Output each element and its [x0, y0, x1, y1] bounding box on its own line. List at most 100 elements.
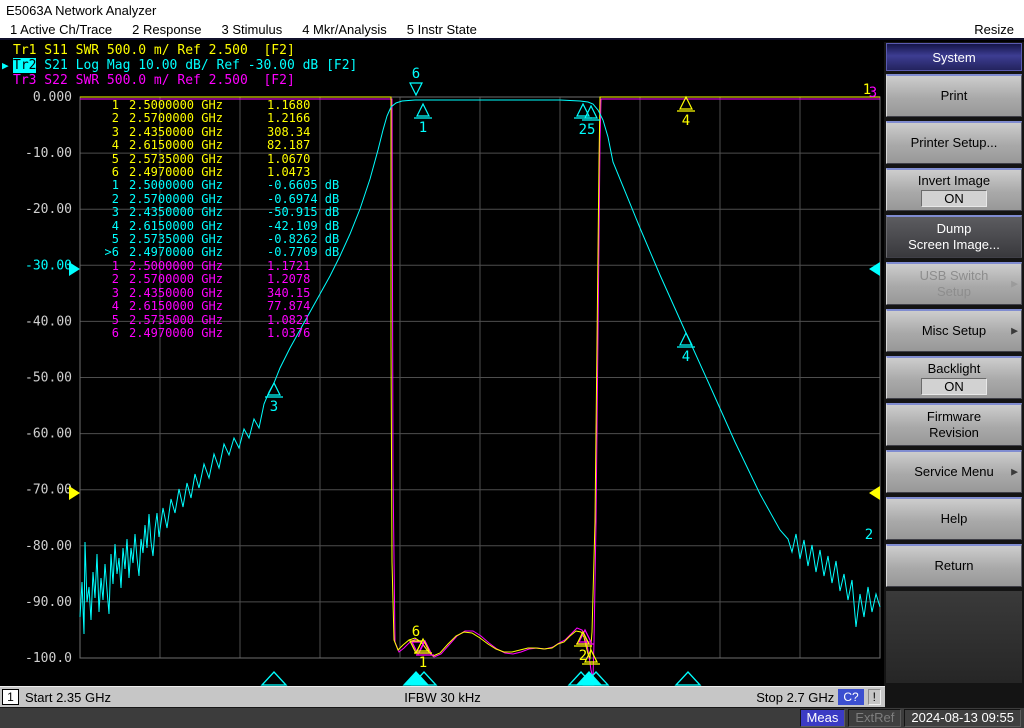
- ifbw-label[interactable]: IFBW 30 kHz: [404, 690, 481, 705]
- marker-value: 1.1721: [267, 260, 310, 273]
- softkey-menu-title: System: [886, 43, 1022, 71]
- marker-row: >62.4970000 GHz-0.7709 dB: [93, 246, 339, 259]
- marker-value: 1.0473: [267, 166, 310, 179]
- trace-id: Tr2: [13, 58, 36, 73]
- softkey-label: Printer Setup...: [911, 135, 998, 151]
- svg-text:3: 3: [270, 399, 278, 415]
- y-tick-label: -50.00: [25, 371, 72, 386]
- submenu-arrow-icon: ▶: [1011, 326, 1018, 337]
- y-tick-label: -10.00: [25, 146, 72, 161]
- softkey-misc-setup[interactable]: Misc Setup ▶: [886, 309, 1022, 352]
- trace-header-tr1[interactable]: Tr1 S11 SWR 500.0 m/ Ref 2.500 [F2]: [2, 43, 357, 58]
- datetime-display: 2024-08-13 09:55: [904, 709, 1021, 727]
- channel-indicator: 1: [2, 689, 19, 705]
- marker-number: 1: [93, 260, 119, 273]
- softkey-firmware-revision[interactable]: FirmwareRevision: [886, 403, 1022, 446]
- trace-label-text: 25: [579, 122, 596, 138]
- svg-text:6: 6: [412, 624, 420, 640]
- marker-table-3: 12.5000000 GHz1.172122.5700000 GHz1.2078…: [93, 260, 339, 340]
- resize-button[interactable]: Resize: [964, 22, 1024, 37]
- marker-frequency: 2.6150000 GHz: [129, 139, 255, 152]
- softkey-dump-screen-image[interactable]: DumpScreen Image...: [886, 215, 1022, 258]
- softkey-return[interactable]: Return: [886, 544, 1022, 587]
- y-tick-label: -70.00: [25, 483, 72, 498]
- marker-frequency: 2.4970000 GHz: [129, 327, 255, 340]
- softkey-print[interactable]: Print: [886, 74, 1022, 117]
- svg-text:1: 1: [419, 655, 427, 671]
- marker-value: 340.15: [267, 287, 310, 300]
- marker-row: 32.4350000 GHz308.34: [93, 126, 339, 139]
- marker-value: 1.2078: [267, 273, 310, 286]
- meas-status-badge: Meas: [800, 709, 846, 727]
- trace-header-tr2[interactable]: ▶Tr2 S21 Log Mag 10.00 dB/ Ref -30.00 dB…: [2, 58, 357, 73]
- marker-row: 42.6150000 GHz77.874: [93, 300, 339, 313]
- trace-header-tr3[interactable]: Tr3 S22 SWR 500.0 m/ Ref 2.500 [F2]: [2, 73, 357, 88]
- marker-tables: 12.5000000 GHz1.168022.5700000 GHz1.2166…: [93, 99, 339, 340]
- menu-item-4[interactable]: 4 Mkr/Analysis: [292, 22, 397, 37]
- marker-number: 3: [93, 126, 119, 139]
- stop-frequency-label[interactable]: Stop 2.7 GHz: [756, 690, 834, 705]
- menu-item-1[interactable]: 1 Active Ch/Trace: [0, 22, 122, 37]
- softkey-usb-switch-setup: USB SwitchSetup▶: [886, 262, 1022, 305]
- softkey-label: Backlight: [928, 361, 981, 377]
- marker-value: 1.0821: [267, 314, 310, 327]
- marker-value: 77.874: [267, 300, 310, 313]
- softkey-help[interactable]: Help: [886, 497, 1022, 540]
- y-tick-label: -20.00: [25, 202, 72, 217]
- softkey-backlight[interactable]: BacklightON: [886, 356, 1022, 399]
- y-tick-label: -60.00: [25, 427, 72, 442]
- marker-value: -42.109 dB: [267, 220, 339, 233]
- marker-value: 1.2166: [267, 112, 310, 125]
- marker-value: 1.0670: [267, 153, 310, 166]
- softkey-printer-setup[interactable]: Printer Setup...: [886, 121, 1022, 164]
- menu-item-5[interactable]: 5 Instr State: [397, 22, 487, 37]
- softkey-label: Help: [941, 511, 968, 527]
- y-tick-label: -40.00: [25, 314, 72, 329]
- trace-settings: S21 Log Mag 10.00 dB/ Ref -30.00 dB [F2]: [36, 58, 357, 73]
- menu-item-3[interactable]: 3 Stimulus: [212, 22, 293, 37]
- marker-number: 3: [93, 206, 119, 219]
- marker-number: 3: [93, 287, 119, 300]
- marker-number: 2: [93, 112, 119, 125]
- marker-row: 52.5735000 GHz-0.8262 dB: [93, 233, 339, 246]
- marker-number: 2: [93, 193, 119, 206]
- softkey-label: Misc Setup: [922, 323, 986, 339]
- marker-value: -0.6974 dB: [267, 193, 339, 206]
- marker-number: 5: [93, 314, 119, 327]
- trace-label-text: 3: [869, 85, 877, 101]
- trace-settings: S22 SWR 500.0 m/ Ref 2.500 [F2]: [36, 73, 294, 88]
- marker-row: 3 2.4350000 GHz 340.15: [93, 287, 339, 300]
- marker-row: 6 2.4970000 GHz 1.0376: [93, 327, 339, 340]
- marker-frequency: 2.4350000 GHz: [129, 126, 255, 139]
- softkey-label: Firmware: [927, 409, 981, 425]
- marker-row: 32.4350000 GHz-50.915 dB: [93, 206, 339, 219]
- softkey-invert-image[interactable]: Invert ImageON: [886, 168, 1022, 211]
- instrument-status-bar: Meas ExtRef 2024-08-13 09:55: [0, 707, 1024, 728]
- y-tick-label: 0.000: [33, 90, 72, 105]
- marker-number: >6: [93, 246, 119, 259]
- marker-frequency: 2.4350000 GHz: [129, 206, 255, 219]
- marker-frequency: 2.5000000 GHz: [129, 179, 255, 192]
- marker-number: 1: [93, 179, 119, 192]
- marker-row: 12.5000000 GHz1.1721: [93, 260, 339, 273]
- menu-item-2[interactable]: 2 Response: [122, 22, 211, 37]
- marker-4-icon: 4: [677, 97, 695, 129]
- marker-row: 42.6150000 GHz-42.109 dB: [93, 220, 339, 233]
- status-bar: 1 Start 2.35 GHz IFBW 30 kHz Stop 2.7 GH…: [0, 686, 885, 707]
- marker-frequency: 2.4350000 GHz: [129, 287, 255, 300]
- start-frequency-label[interactable]: Start 2.35 GHz: [25, 690, 111, 705]
- marker-number: 6: [93, 166, 119, 179]
- marker-number: 6: [93, 327, 119, 340]
- marker-frequency: 2.5735000 GHz: [129, 314, 255, 327]
- marker-frequency: 2.5700000 GHz: [129, 193, 255, 206]
- marker-number: 4: [93, 220, 119, 233]
- marker-1-icon: 1: [414, 104, 432, 136]
- y-tick-label: -30.00: [25, 258, 72, 273]
- y-tick-label: -90.00: [25, 595, 72, 610]
- marker-row: 62.4970000 GHz1.0473: [93, 166, 339, 179]
- marker-value: 1.0376: [267, 327, 310, 340]
- softkey-value: ON: [921, 378, 987, 395]
- softkey-service-menu[interactable]: Service Menu▶: [886, 450, 1022, 493]
- marker-3-icon: 3: [265, 383, 283, 415]
- marker-frequency: 2.4970000 GHz: [129, 246, 255, 259]
